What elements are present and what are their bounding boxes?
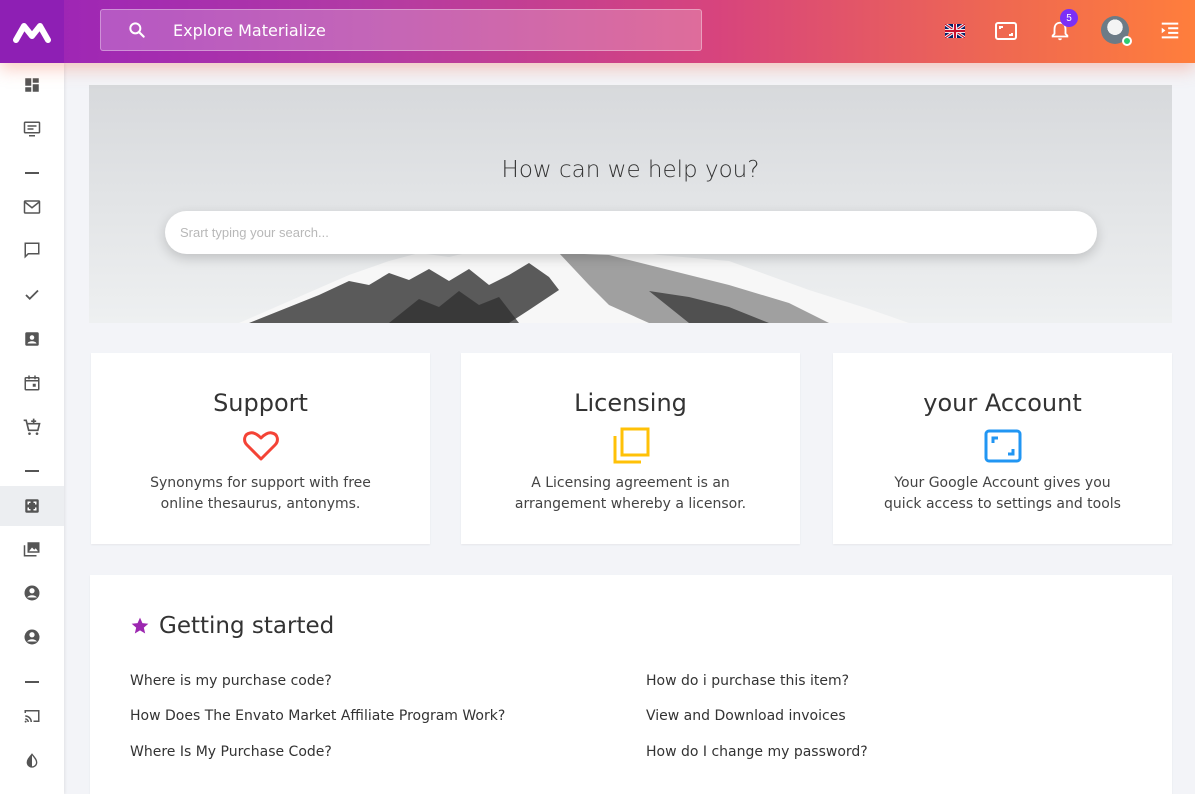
sidebar-item-theme[interactable]: [0, 741, 64, 781]
sidebar-item-chat[interactable]: [0, 230, 64, 270]
sidebar-item-mail[interactable]: [0, 187, 64, 227]
monitor-icon: [23, 121, 41, 137]
account-circle-icon: [24, 629, 40, 645]
explore-search-box[interactable]: Explore Materialize: [100, 9, 702, 51]
cart-icon: [23, 418, 41, 435]
sidebar-divider: [25, 681, 39, 683]
faq-link[interactable]: Where Is My Purchase Code?: [130, 744, 332, 760]
sidebar-item-templates[interactable]: [0, 109, 64, 149]
card-description: Your Google Account gives you quick acce…: [873, 473, 1133, 515]
mail-icon: [23, 200, 41, 214]
card-description-line: quick access to settings and tools: [884, 496, 1121, 512]
fullscreen-icon: [25, 499, 39, 513]
account-circle-icon: [24, 585, 40, 601]
faq-link[interactable]: How Does The Envato Market Affiliate Pro…: [130, 708, 505, 724]
card-title: your Account: [923, 389, 1082, 417]
sidebar-item-contacts[interactable]: [0, 319, 64, 359]
faq-link[interactable]: How do I change my password?: [646, 744, 868, 760]
card-title: Licensing: [574, 389, 687, 417]
section-header: Getting started: [130, 613, 334, 639]
sidebar-nav: [0, 63, 64, 794]
section-title: Getting started: [159, 613, 335, 639]
help-hero-banner: How can we help you?: [89, 85, 1172, 323]
star-icon: [131, 617, 149, 634]
sidebar-item-dashboard[interactable]: [0, 65, 64, 105]
sidebar-item-ecommerce[interactable]: [0, 407, 64, 447]
faq-link[interactable]: View and Download invoices: [646, 708, 846, 724]
card-description: Synonyms for support with free online th…: [131, 473, 391, 515]
card-description-line: online thesaurus, antonyms.: [160, 496, 361, 512]
sidebar-item-account[interactable]: [0, 617, 64, 657]
sidebar-divider: [25, 172, 39, 174]
support-card[interactable]: Support Synonyms for support with free o…: [91, 353, 430, 544]
user-avatar[interactable]: [1101, 16, 1132, 46]
card-description-line: Your Google Account gives you: [894, 475, 1111, 491]
card-description: A Licensing agreement is an arrangement …: [501, 473, 761, 515]
search-icon: [129, 22, 145, 38]
card-title: Support: [213, 389, 308, 417]
fullscreen-icon: [984, 429, 1021, 463]
faq-link[interactable]: Where is my purchase code?: [130, 673, 332, 689]
card-description-line: A Licensing agreement is an: [531, 475, 730, 491]
notifications-button[interactable]: 5: [1046, 9, 1078, 45]
notification-badge: 5: [1060, 9, 1078, 27]
help-search-input[interactable]: [165, 211, 1097, 254]
top-navbar: Explore Materialize 5: [0, 0, 1195, 63]
account-card[interactable]: your Account Your Google Account gives y…: [833, 353, 1172, 544]
mountain-background-image: [89, 85, 1172, 323]
photo-library-icon: [23, 542, 40, 557]
card-description-line: Synonyms for support with free: [150, 475, 371, 491]
cast-icon: [24, 710, 40, 723]
licensing-card[interactable]: Licensing A Licensing agreement is an ar…: [461, 353, 800, 544]
calendar-icon: [24, 375, 40, 391]
sidebar-item-user-profile[interactable]: [0, 573, 64, 613]
online-status-dot: [1122, 36, 1132, 46]
search-label: Explore Materialize: [173, 20, 326, 40]
brand-logo[interactable]: [0, 0, 64, 63]
hero-title: How can we help you?: [501, 157, 760, 183]
dashboard-icon: [25, 78, 39, 92]
copy-icon: [613, 427, 649, 464]
getting-started-section: Getting started Where is my purchase cod…: [90, 575, 1172, 794]
contrast-icon: [26, 753, 38, 768]
language-flag-icon[interactable]: [941, 17, 969, 45]
sidebar-item-todo[interactable]: [0, 275, 64, 315]
sidebar-item-calendar[interactable]: [0, 363, 64, 403]
sidebar-item-faq[interactable]: [0, 486, 64, 526]
card-description-line: arrangement whereby a licensor.: [514, 496, 747, 512]
heart-icon: [242, 431, 279, 461]
materialize-logo-icon: [13, 22, 51, 43]
right-sidebar-toggle-icon[interactable]: [1156, 17, 1184, 45]
fullscreen-toggle-icon[interactable]: [992, 17, 1020, 45]
sidebar-divider: [25, 470, 39, 472]
check-icon: [25, 289, 39, 301]
chat-icon: [24, 242, 40, 259]
sidebar-item-cast[interactable]: [0, 696, 64, 736]
sidebar-item-gallery[interactable]: [0, 529, 64, 569]
contacts-icon: [25, 332, 39, 346]
faq-link[interactable]: How do i purchase this item?: [646, 673, 849, 689]
